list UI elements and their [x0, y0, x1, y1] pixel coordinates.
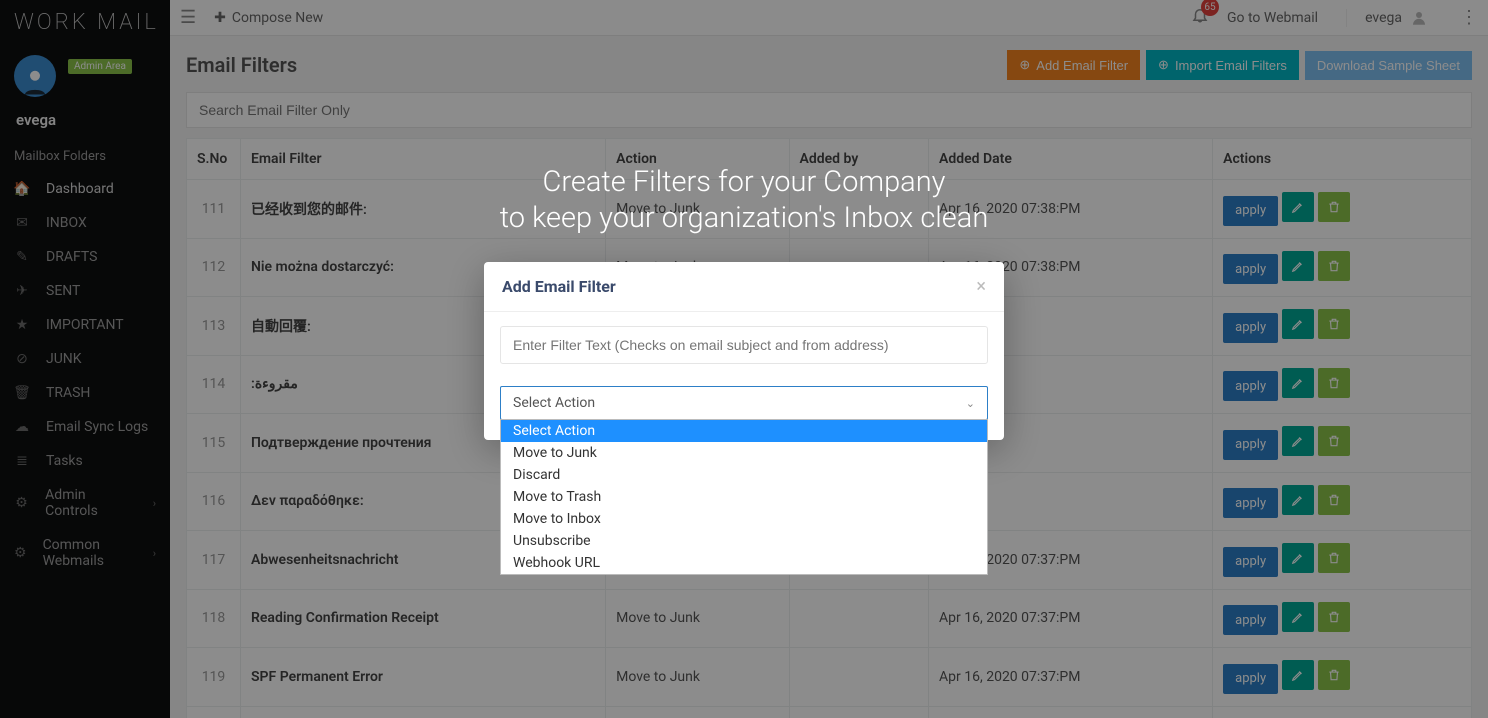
dropdown-option[interactable]: Webhook URL: [501, 552, 987, 574]
action-select-value: Select Action: [513, 395, 595, 411]
modal-title: Add Email Filter: [502, 277, 616, 296]
chevron-down-icon: ⌄: [966, 397, 975, 410]
action-select[interactable]: Select Action ⌄ Select ActionMove to Jun…: [500, 386, 988, 420]
dropdown-option[interactable]: Select Action: [501, 420, 987, 442]
dropdown-option[interactable]: Move to Trash: [501, 486, 987, 508]
filter-text-input[interactable]: [500, 326, 988, 364]
dropdown-option[interactable]: Move to Inbox: [501, 508, 987, 530]
add-filter-modal: Add Email Filter × Select Action ⌄ Selec…: [484, 262, 1004, 440]
action-dropdown: Select ActionMove to JunkDiscardMove to …: [500, 419, 988, 575]
dropdown-option[interactable]: Discard: [501, 464, 987, 486]
dropdown-option[interactable]: Move to Junk: [501, 442, 987, 464]
dropdown-option[interactable]: Unsubscribe: [501, 530, 987, 552]
close-icon[interactable]: ×: [976, 276, 986, 297]
